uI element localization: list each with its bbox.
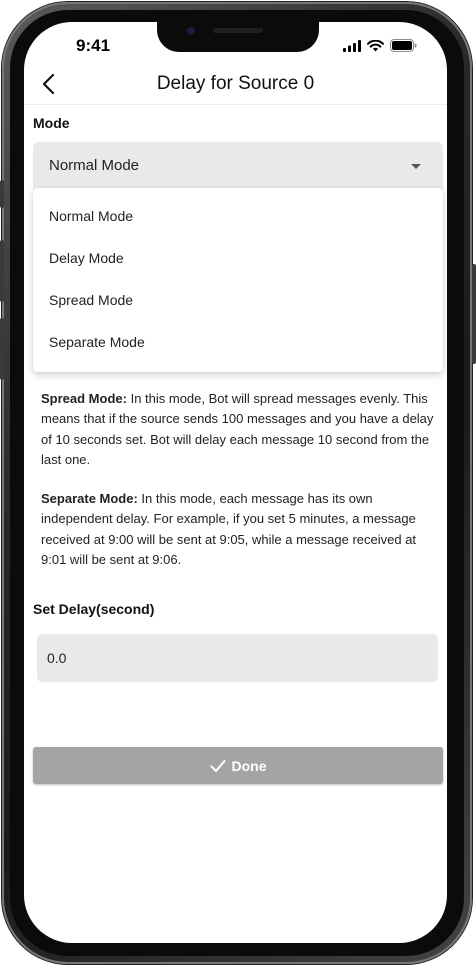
spread-mode-term: Spread Mode: [41, 391, 127, 406]
page-title: Delay for Source 0 [156, 73, 315, 94]
volume-down-button [0, 318, 4, 380]
delay-input[interactable] [37, 634, 438, 682]
check-icon [210, 759, 225, 772]
done-button[interactable]: Done [33, 747, 443, 784]
camera-icon [187, 27, 195, 35]
signal-icon [343, 39, 361, 52]
app-screen: 9:41 Delay for Source 0 Mode Normal Mode… [24, 22, 447, 943]
mode-option-normal[interactable]: Normal Mode [33, 196, 443, 238]
mode-dropdown-menu: Normal Mode Delay Mode Spread Mode Separ… [33, 188, 443, 372]
option-label: Separate Mode [49, 334, 145, 350]
mode-label: Mode [33, 115, 70, 131]
option-label: Delay Mode [49, 250, 124, 266]
status-time: 9:41 [76, 36, 111, 55]
mode-selected-value: Normal Mode [49, 157, 140, 174]
mode-option-delay[interactable]: Delay Mode [33, 238, 443, 280]
wifi-icon [367, 39, 384, 51]
notch [157, 22, 319, 52]
separate-mode-term: Separate Mode: [41, 491, 138, 506]
option-label: Spread Mode [49, 292, 134, 308]
mode-select[interactable]: Normal Mode [33, 142, 443, 190]
mode-option-spread[interactable]: Spread Mode [33, 280, 443, 322]
option-label: Normal Mode [49, 208, 134, 224]
status-icons [343, 39, 417, 52]
done-label: Done [231, 757, 267, 774]
separate-mode-description: Separate Mode: In this mode, each messag… [41, 489, 436, 570]
delay-label: Set Delay(second) [33, 601, 155, 617]
battery-icon [390, 39, 417, 52]
volume-up-button [0, 240, 4, 302]
spread-mode-description: Spread Mode: In this mode, Bot will spre… [41, 389, 436, 470]
mode-option-separate[interactable]: Separate Mode [33, 322, 443, 364]
app-header: Delay for Source 0 [24, 66, 447, 105]
mute-switch [0, 180, 4, 208]
caret-down-icon [411, 164, 421, 169]
power-button [472, 264, 476, 364]
speaker-grille [213, 28, 263, 33]
